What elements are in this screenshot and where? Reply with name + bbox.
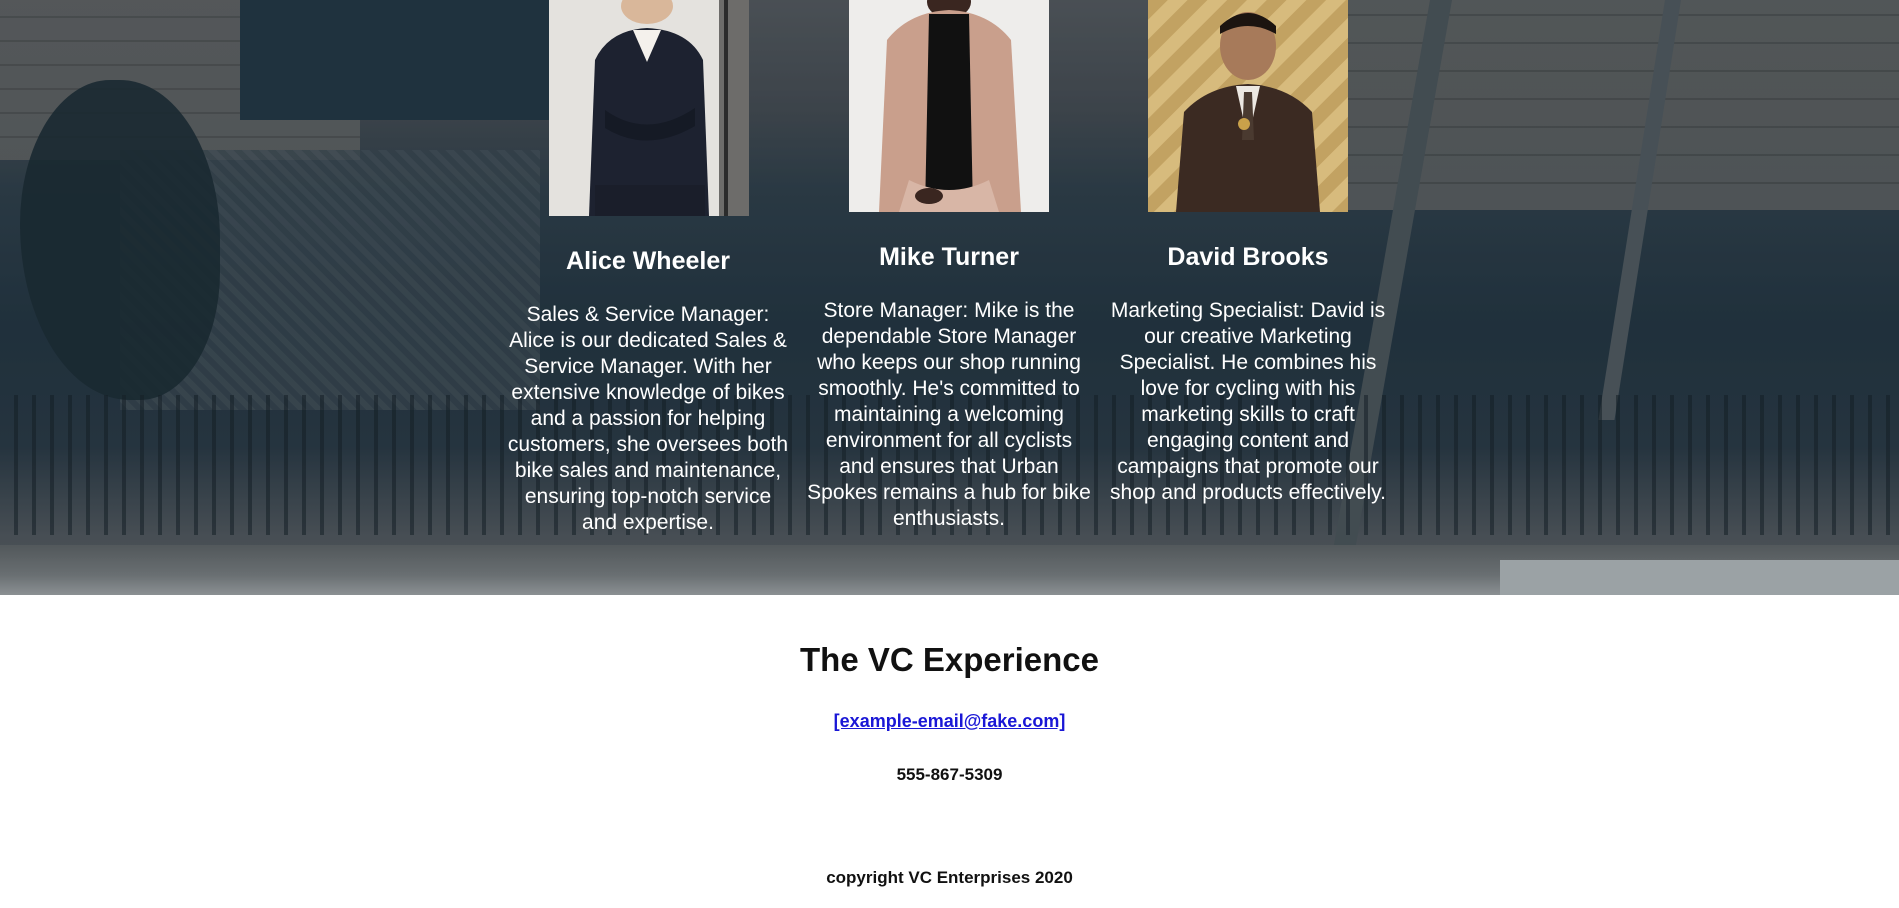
member-bio: Store Manager: Mike is the dependable St… [807, 299, 1091, 530]
footer-title: The VC Experience [800, 641, 1099, 678]
team-member-card: Alice Wheeler Sales & Service Manager: A… [505, 0, 791, 595]
portrait-man-pink-coat-photo [849, 0, 1049, 212]
team-member-card: David Brooks Marketing Specialist: David… [1105, 0, 1391, 595]
member-bio: Sales & Service Manager: Alice is our de… [507, 303, 789, 534]
member-bio: Marketing Specialist: David is our creat… [1110, 299, 1386, 504]
footer-copyright: copyright VC Enterprises 2020 [826, 868, 1073, 887]
portrait-man-brown-suit-photo [1148, 0, 1348, 212]
footer-phone: 555-867-5309 [896, 765, 1003, 784]
team-grid: Alice Wheeler Sales & Service Manager: A… [0, 0, 1899, 595]
footer: The VC Experience [example-email@fake.co… [0, 595, 1899, 908]
member-name: David Brooks [1167, 243, 1329, 271]
member-name: Mike Turner [879, 243, 1019, 271]
team-section: Alice Wheeler Sales & Service Manager: A… [0, 0, 1899, 595]
portrait-woman-blazer-photo [549, 0, 749, 216]
team-member-card: Mike Turner Store Manager: Mike is the d… [806, 0, 1092, 595]
email-link[interactable]: [example-email@fake.com] [834, 711, 1066, 731]
footer-email: [example-email@fake.com] [0, 711, 1899, 732]
member-name: Alice Wheeler [566, 247, 730, 275]
